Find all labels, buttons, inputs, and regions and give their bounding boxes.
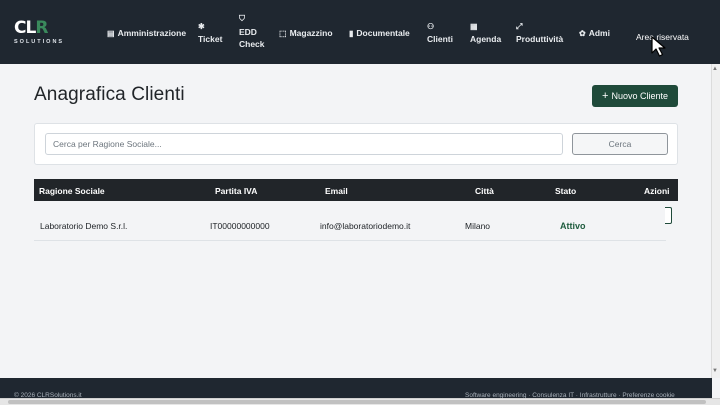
col-citta[interactable]: Città bbox=[475, 186, 494, 196]
cell-email: info@laboratoriodemo.it bbox=[320, 221, 411, 231]
plus-icon: + bbox=[602, 90, 609, 102]
cell-citta: Milano bbox=[465, 221, 491, 231]
page-footer: © 2026 CLRSolutions.it Software engineer… bbox=[0, 378, 712, 399]
nav-amministrazione[interactable]: ▤ Amministrazione bbox=[107, 28, 186, 38]
nav-label: Produttività bbox=[516, 34, 564, 44]
nav-label-line1: EDD bbox=[239, 27, 257, 37]
shield-icon: ⛉ bbox=[239, 14, 245, 23]
document-icon: ▤ bbox=[107, 28, 115, 38]
top-navbar: CLR SOLUTIONS ▤ Amministrazione ✱ Ticket… bbox=[0, 0, 720, 64]
file-icon: ▮ bbox=[349, 28, 354, 38]
nav-agenda[interactable]: ▦ Agenda bbox=[470, 22, 501, 44]
horizontal-scroll-thumb[interactable] bbox=[8, 400, 706, 404]
chart-icon: ⤢ bbox=[516, 22, 523, 31]
nav-label: Magazzino bbox=[289, 28, 333, 38]
col-email[interactable]: Email bbox=[325, 186, 348, 196]
search-button[interactable]: Cerca bbox=[572, 133, 668, 155]
nav-label: Amministrazione bbox=[117, 28, 187, 38]
col-azioni: Azioni bbox=[644, 186, 670, 196]
cell-ragione-sociale: Laboratorio Demo S.r.l. bbox=[40, 221, 128, 231]
brand-logo[interactable]: CLR SOLUTIONS bbox=[14, 20, 64, 46]
horizontal-scrollbar[interactable] bbox=[0, 398, 720, 405]
mouse-cursor-icon bbox=[651, 36, 666, 57]
cell-partita-iva: IT00000000000 bbox=[210, 221, 270, 231]
nav-label-line2: Check bbox=[239, 39, 265, 49]
status-badge: Attivo bbox=[560, 221, 586, 231]
nav-produttivita[interactable]: ⤢ Produttività bbox=[516, 22, 563, 44]
logo-subtitle: SOLUTIONS bbox=[14, 39, 65, 45]
new-client-label: Nuovo Cliente bbox=[611, 91, 668, 101]
nav-label: Ticket bbox=[198, 34, 223, 44]
search-input[interactable] bbox=[45, 133, 563, 155]
scroll-up-icon[interactable]: ▲ bbox=[712, 66, 718, 72]
nav-label: Clienti bbox=[427, 34, 453, 44]
logo-mark: CLR bbox=[14, 18, 48, 38]
page-title: Anagrafica Clienti bbox=[34, 84, 185, 105]
nav-magazzino[interactable]: ⬚ Magazzino bbox=[279, 28, 333, 38]
box-icon: ⬚ bbox=[279, 28, 287, 38]
col-ragione-sociale[interactable]: Ragione Sociale bbox=[39, 186, 105, 196]
col-partita-iva[interactable]: Partita IVA bbox=[215, 186, 257, 196]
vertical-scrollbar[interactable] bbox=[711, 64, 720, 378]
new-client-button[interactable]: + Nuovo Cliente bbox=[592, 85, 678, 107]
table-row[interactable]: Laboratorio Demo S.r.l. IT00000000000 in… bbox=[34, 209, 666, 241]
calendar-icon: ▦ bbox=[470, 22, 478, 31]
nav-admin[interactable]: ✿ Admi bbox=[579, 28, 610, 38]
gear-icon: ✿ bbox=[579, 28, 586, 38]
row-action-button[interactable] bbox=[665, 207, 672, 224]
nav-label: Admi bbox=[588, 28, 610, 38]
nav-clienti[interactable]: ⚇ Clienti bbox=[427, 22, 453, 44]
col-stato[interactable]: Stato bbox=[555, 186, 576, 196]
nav-label: Documentale bbox=[356, 28, 410, 38]
bug-icon: ✱ bbox=[198, 22, 205, 31]
nav-label: Agenda bbox=[470, 34, 502, 44]
search-card: Cerca bbox=[34, 123, 678, 165]
nav-edd-check[interactable]: ⛉ EDD Check bbox=[239, 14, 265, 50]
nav-ticket[interactable]: ✱ Ticket bbox=[198, 22, 222, 44]
scroll-down-icon[interactable]: ▼ bbox=[712, 368, 718, 374]
nav-documentale[interactable]: ▮ Documentale bbox=[349, 28, 410, 38]
table-header: Ragione Sociale Partita IVA Email Città … bbox=[34, 179, 678, 201]
people-icon: ⚇ bbox=[427, 22, 435, 31]
